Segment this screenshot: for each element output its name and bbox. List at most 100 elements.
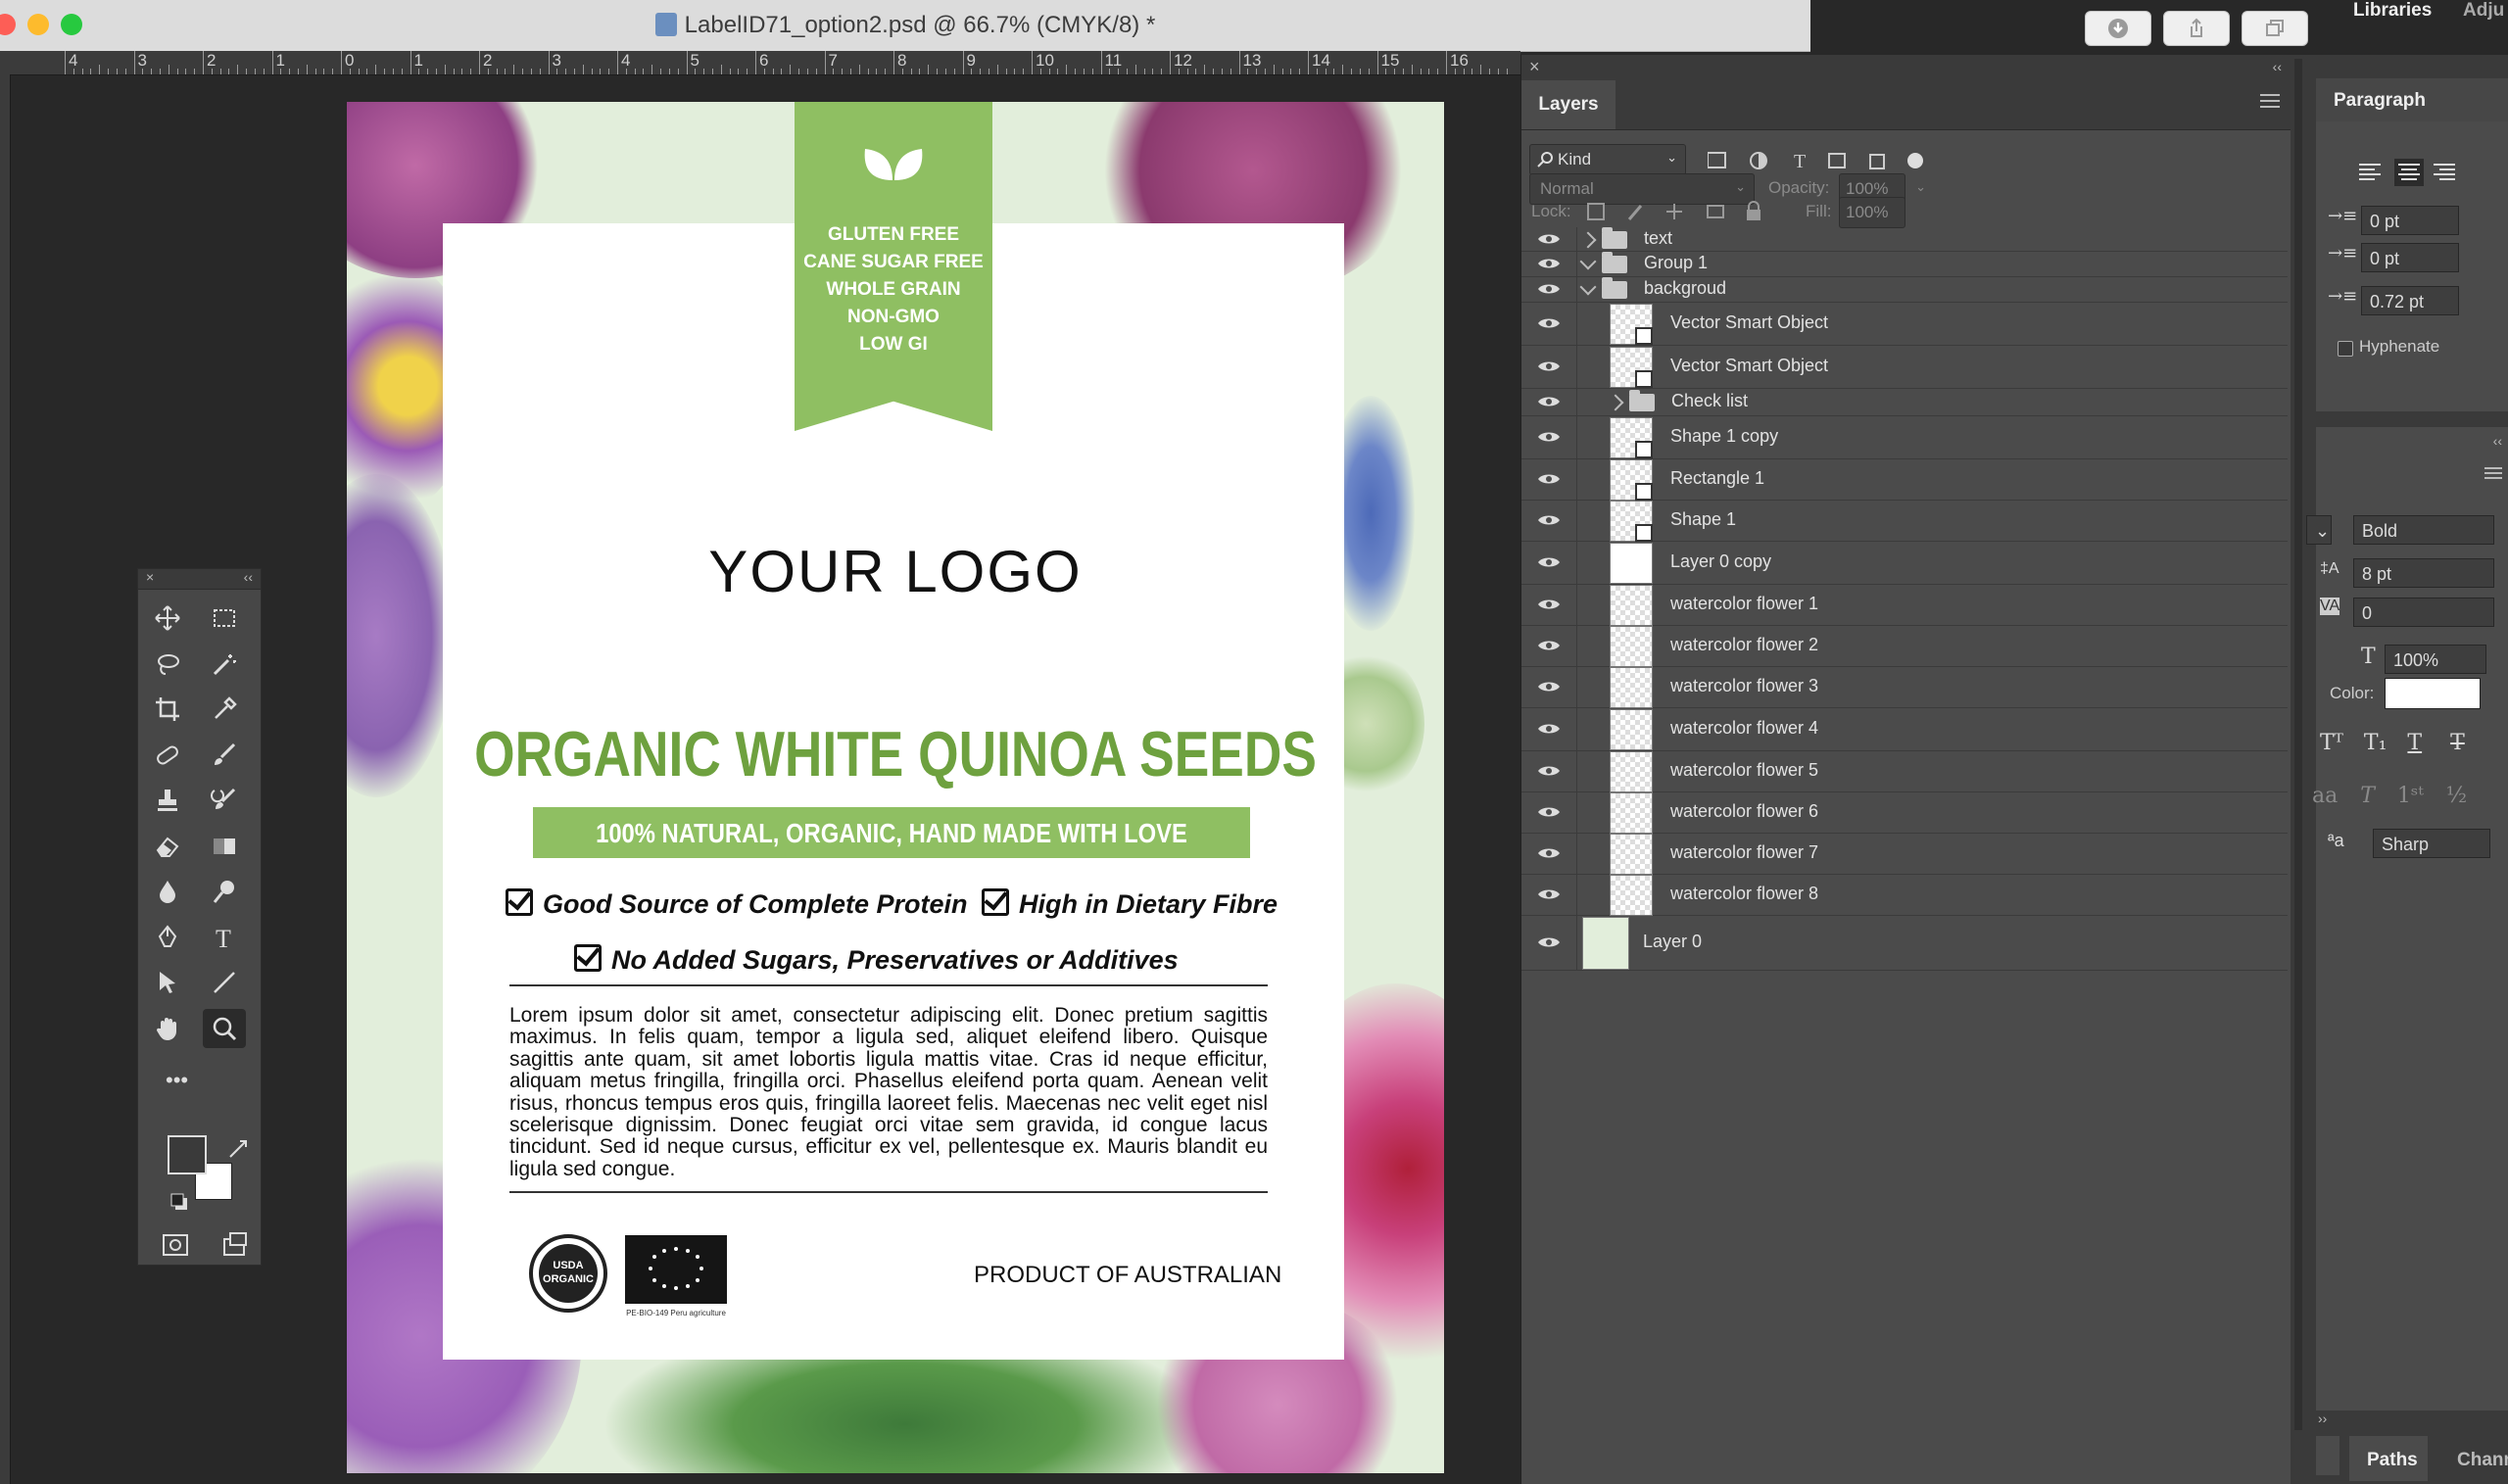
gradient-tool-button[interactable] xyxy=(203,827,246,866)
crop-tool-button[interactable] xyxy=(146,690,189,729)
layer-row[interactable]: Shape 1 copy xyxy=(1521,415,2288,459)
tab-channels[interactable]: Chann xyxy=(2457,1450,2508,1471)
zoom-tool-button[interactable] xyxy=(203,1008,246,1048)
lasso-tool-button[interactable] xyxy=(146,645,189,684)
layer-row[interactable]: Vector Smart Object xyxy=(1521,302,2288,346)
tab-adjustments[interactable]: Adju xyxy=(2463,0,2504,22)
chevron-down-icon[interactable] xyxy=(1579,278,1597,296)
align-center-button[interactable] xyxy=(2394,159,2424,186)
screen-mode-button[interactable] xyxy=(213,1225,256,1265)
layer-row[interactable]: Shape 1 xyxy=(1521,500,2288,542)
layer-row[interactable]: Check list xyxy=(1521,388,2288,416)
layer-row[interactable]: watercolor flower 3 xyxy=(1521,666,2288,708)
layer-row[interactable]: watercolor flower 7 xyxy=(1521,833,2288,875)
healing-brush-tool-button[interactable] xyxy=(146,736,189,775)
layer-row[interactable]: watercolor flower 4 xyxy=(1521,707,2288,751)
visibility-eye-icon[interactable] xyxy=(1537,935,1561,949)
align-right-icon[interactable] xyxy=(2434,164,2455,180)
font-style-select[interactable]: Bold xyxy=(2353,515,2494,545)
tab-paragraph[interactable]: Paragraph xyxy=(2334,90,2426,112)
share-button[interactable] xyxy=(2163,11,2230,46)
indent-left-input[interactable]: 0 pt xyxy=(2361,206,2459,235)
hand-tool-button[interactable] xyxy=(146,1009,189,1048)
visibility-eye-icon[interactable] xyxy=(1537,395,1561,408)
eraser-tool-button[interactable] xyxy=(146,827,189,866)
line-tool-button[interactable] xyxy=(203,963,246,1002)
layer-row[interactable]: watercolor flower 2 xyxy=(1521,625,2288,667)
tab-paths[interactable]: Paths xyxy=(2367,1450,2418,1471)
dodge-tool-button[interactable] xyxy=(203,872,246,911)
marquee-tool-button[interactable] xyxy=(203,598,246,638)
more-tools-button[interactable]: ••• xyxy=(158,1064,201,1103)
horizontal-ruler[interactable]: 4 3 2 1 0 1 2 3 4 5 6 7 8 9 10 11 12 13 14 15 16 xyxy=(0,51,1520,75)
visibility-eye-icon[interactable] xyxy=(1537,316,1561,330)
magic-wand-tool-button[interactable] xyxy=(203,645,246,684)
visibility-eye-icon[interactable] xyxy=(1537,257,1561,270)
fraction-icon[interactable]: ½ xyxy=(2446,784,2467,808)
histogram-icon[interactable] xyxy=(2316,1436,2339,1475)
visibility-eye-icon[interactable] xyxy=(1537,764,1561,778)
vertical-scale-input[interactable]: 100% xyxy=(2385,645,2486,674)
visibility-eye-icon[interactable] xyxy=(1537,598,1561,611)
visibility-eye-icon[interactable] xyxy=(1537,513,1561,527)
layer-row[interactable]: text xyxy=(1521,227,2288,252)
expand-panel-icon[interactable]: ›› xyxy=(2318,1411,2327,1426)
move-tool-button[interactable] xyxy=(146,598,189,638)
visibility-eye-icon[interactable] xyxy=(1537,430,1561,444)
quick-mask-button[interactable] xyxy=(154,1225,197,1265)
layer-row[interactable]: Rectangle 1 xyxy=(1521,458,2288,501)
text-color-swatch[interactable] xyxy=(2385,678,2481,709)
visibility-eye-icon[interactable] xyxy=(1537,846,1561,860)
tools-panel-header[interactable]: × ‹‹ xyxy=(138,569,261,590)
layer-row[interactable]: watercolor flower 6 xyxy=(1521,791,2288,834)
visibility-eye-icon[interactable] xyxy=(1537,639,1561,652)
layer-row[interactable]: Layer 0 copy xyxy=(1521,541,2288,585)
layer-row[interactable]: backgroud xyxy=(1521,276,2288,303)
visibility-eye-icon[interactable] xyxy=(1537,555,1561,569)
tracking-input[interactable]: 0 xyxy=(2353,598,2494,627)
document-canvas[interactable]: GLUTEN FREE CANE SUGAR FREE WHOLE GRAIN … xyxy=(347,102,1444,1473)
ordinal-icon[interactable]: 1ˢᵗ xyxy=(2397,784,2424,808)
superscript-t-icon[interactable]: Tᵀ xyxy=(2320,731,2343,755)
visibility-eye-icon[interactable] xyxy=(1537,722,1561,736)
type-tool-button[interactable]: T xyxy=(203,918,246,957)
layer-row[interactable]: watercolor flower 1 xyxy=(1521,584,2288,626)
strikethrough-icon[interactable]: T xyxy=(2450,731,2465,755)
vertical-ruler[interactable] xyxy=(0,74,11,1484)
swash-icon[interactable]: T xyxy=(2360,784,2375,808)
download-button[interactable] xyxy=(2085,11,2151,46)
align-left-icon[interactable] xyxy=(2359,164,2381,180)
layer-row[interactable]: Group 1 xyxy=(1521,251,2288,277)
panel-menu-icon[interactable] xyxy=(2484,466,2502,484)
leading-input[interactable]: 8 pt xyxy=(2353,558,2494,588)
arrange-windows-button[interactable] xyxy=(2242,11,2308,46)
layer-row[interactable]: Layer 0 xyxy=(1521,915,2288,971)
visibility-eye-icon[interactable] xyxy=(1537,359,1561,373)
indent-first-line-input[interactable]: 0 pt xyxy=(2361,243,2459,272)
font-family-select[interactable]: ⌄ xyxy=(2306,515,2332,545)
visibility-eye-icon[interactable] xyxy=(1537,887,1561,901)
pen-tool-button[interactable] xyxy=(146,918,189,957)
hyphenate-checkbox[interactable] xyxy=(2338,341,2353,357)
chevron-down-icon[interactable] xyxy=(1579,253,1597,270)
ligature-icon[interactable]: aa xyxy=(2312,784,2338,808)
close-panel-icon[interactable]: × xyxy=(146,569,154,585)
chevron-right-icon[interactable] xyxy=(1579,231,1597,249)
visibility-eye-icon[interactable] xyxy=(1537,680,1561,694)
history-brush-tool-button[interactable] xyxy=(203,781,246,820)
collapse-panel-icon[interactable]: ‹‹ xyxy=(244,569,253,585)
chevron-right-icon[interactable] xyxy=(1607,394,1624,411)
visibility-eye-icon[interactable] xyxy=(1537,472,1561,486)
blur-tool-button[interactable] xyxy=(146,872,189,911)
layer-row[interactable]: watercolor flower 8 xyxy=(1521,874,2288,916)
visibility-eye-icon[interactable] xyxy=(1537,282,1561,296)
brush-tool-button[interactable] xyxy=(203,736,246,775)
stamp-tool-button[interactable] xyxy=(146,781,189,820)
space-after-input[interactable]: 0.72 pt xyxy=(2361,286,2459,315)
foreground-color-swatch[interactable] xyxy=(168,1135,207,1174)
underline-icon[interactable]: T xyxy=(2407,731,2422,755)
visibility-eye-icon[interactable] xyxy=(1537,805,1561,819)
subscript-t-icon[interactable]: T₁ xyxy=(2364,731,2387,755)
tools-panel[interactable]: × ‹‹ T ••• xyxy=(137,568,262,1266)
layer-row[interactable]: Vector Smart Object xyxy=(1521,345,2288,389)
